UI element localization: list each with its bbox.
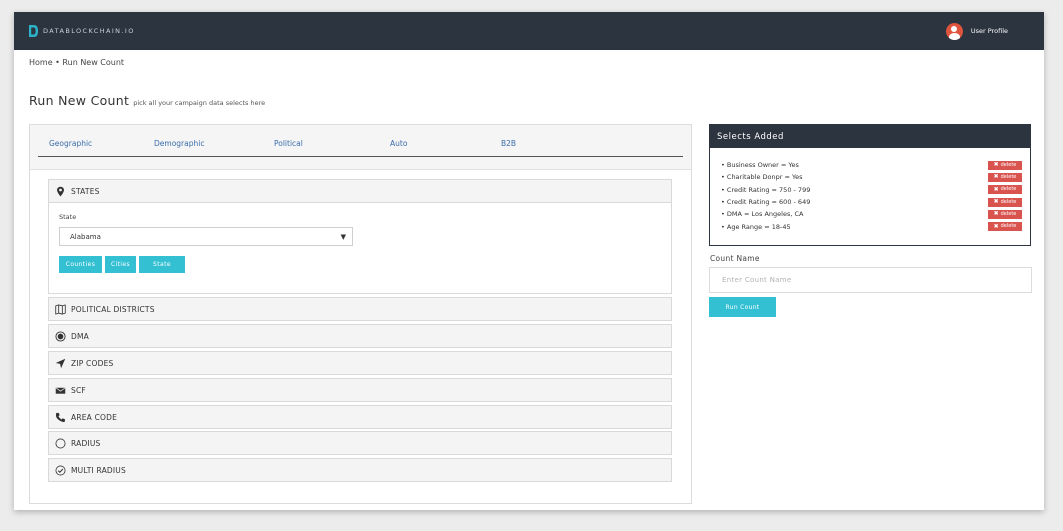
list-item: • Business Owner = Yes ✖ delete (721, 159, 1022, 171)
section-states-header[interactable]: STATES (48, 179, 672, 203)
top-navbar: DATABLOCKCHAIN.IO User Profile (14, 12, 1044, 50)
breadcrumb: Home • Run New Count (29, 58, 125, 67)
close-icon: ✖ (993, 222, 999, 230)
user-profile-menu[interactable]: User Profile (945, 22, 1008, 40)
phone-icon (55, 412, 65, 422)
avatar[interactable] (945, 22, 963, 40)
circle-icon (55, 438, 66, 448)
cities-button[interactable]: Cities (105, 256, 136, 273)
envelope-icon (55, 386, 66, 394)
category-tabs: Geographic Demographic Political Auto B2… (30, 125, 691, 170)
delete-button[interactable]: ✖ delete (988, 222, 1022, 232)
select-item-text: • Credit Rating = 600 - 649 (721, 198, 811, 207)
map-icon (55, 304, 66, 314)
selects-builder-panel: Geographic Demographic Political Auto B2… (29, 124, 692, 504)
tab-geographic[interactable]: Geographic (49, 139, 92, 148)
delete-button[interactable]: ✖ delete (988, 197, 1022, 207)
counties-button[interactable]: Counties (59, 256, 102, 273)
section-multi-radius-header[interactable]: MULTI RADIUS (48, 458, 672, 482)
close-icon: ✖ (993, 161, 999, 169)
list-item: • Charitable Donpr = Yes ✖ delete (721, 171, 1022, 183)
list-item: • DMA = Los Angeles, CA ✖ delete (721, 208, 1022, 220)
page-heading: Run New Count pick all your campaign dat… (29, 93, 265, 108)
delete-label: delete (1000, 186, 1017, 193)
section-radius-header[interactable]: RADIUS (48, 431, 672, 455)
app-window: DATABLOCKCHAIN.IO User Profile Home • Ru… (14, 12, 1044, 510)
select-item-text: • Charitable Donpr = Yes (721, 173, 803, 182)
location-arrow-icon (55, 358, 66, 368)
check-circle-icon (55, 465, 66, 475)
section-political-districts-label: POLITICAL DISTRICTS (71, 304, 155, 314)
select-item-text: • Credit Rating = 750 - 799 (721, 185, 811, 194)
section-multi-radius-label: MULTI RADIUS (71, 465, 126, 475)
select-item-text: • DMA = Los Angeles, CA (721, 210, 804, 219)
state-field-label: State (59, 213, 77, 221)
tab-auto[interactable]: Auto (390, 139, 407, 148)
state-button-row: Counties Cities State (59, 256, 185, 273)
state-button[interactable]: State (139, 256, 185, 273)
brand-name: DATABLOCKCHAIN.IO (43, 27, 135, 35)
selects-added-panel: Selects Added • Business Owner = Yes ✖ de… (709, 124, 1031, 246)
delete-button[interactable]: ✖ delete (988, 185, 1022, 195)
tab-underline (38, 156, 683, 157)
selects-list: • Business Owner = Yes ✖ delete • Charita… (710, 148, 1030, 233)
section-zip-codes-header[interactable]: ZIP CODES (48, 351, 672, 375)
delete-label: delete (1000, 198, 1017, 205)
run-count-button[interactable]: Run Count (709, 297, 776, 317)
tab-political[interactable]: Political (274, 139, 303, 148)
section-radius-label: RADIUS (71, 438, 101, 448)
caret-down-icon: ▼ (340, 232, 346, 241)
delete-label: delete (1000, 223, 1017, 230)
page-title: Run New Count (29, 93, 130, 108)
section-dma-label: DMA (71, 331, 89, 341)
count-name-label: Count Name (710, 254, 760, 263)
list-item: • Age Range = 18-45 ✖ delete (721, 220, 1022, 232)
section-zip-codes-label: ZIP CODES (71, 358, 114, 368)
close-icon: ✖ (993, 173, 999, 181)
list-item: • Credit Rating = 600 - 649 ✖ delete (721, 196, 1022, 208)
brand[interactable]: DATABLOCKCHAIN.IO (28, 24, 135, 38)
section-scf-label: SCF (71, 385, 86, 395)
select-item-text: • Age Range = 18-45 (721, 222, 791, 231)
page-subtitle: pick all your campaign data selects here (133, 99, 266, 107)
delete-button[interactable]: ✖ delete (988, 160, 1022, 170)
section-dma-header[interactable]: DMA (48, 324, 672, 348)
target-icon (55, 330, 66, 342)
map-marker-icon (57, 186, 64, 196)
state-select[interactable]: Alabama ▼ (59, 227, 353, 246)
close-icon: ✖ (993, 185, 999, 193)
delete-button[interactable]: ✖ delete (988, 172, 1022, 182)
delete-label: delete (1000, 210, 1017, 217)
delete-label: delete (1000, 161, 1017, 168)
selects-added-title: Selects Added (710, 125, 1030, 148)
count-name-input[interactable] (709, 267, 1032, 293)
section-area-code-label: AREA CODE (71, 412, 118, 422)
list-item: • Credit Rating = 750 - 799 ✖ delete (721, 184, 1022, 196)
section-area-code-header[interactable]: AREA CODE (48, 405, 672, 429)
brand-logo-icon (29, 25, 38, 37)
section-political-districts-header[interactable]: POLITICAL DISTRICTS (48, 297, 672, 321)
tab-b2b[interactable]: B2B (501, 139, 516, 148)
section-scf-header[interactable]: SCF (48, 378, 672, 402)
state-select-value: Alabama (70, 232, 101, 241)
close-icon: ✖ (993, 198, 999, 206)
states-panel-body: State Alabama ▼ Counties Cities State (48, 203, 672, 294)
section-states-label: STATES (71, 186, 100, 196)
close-icon: ✖ (993, 210, 999, 218)
tab-demographic[interactable]: Demographic (154, 139, 204, 148)
delete-label: delete (1000, 173, 1017, 180)
delete-button[interactable]: ✖ delete (988, 209, 1022, 219)
select-item-text: • Business Owner = Yes (721, 161, 799, 170)
user-profile-label[interactable]: User Profile (971, 27, 1008, 35)
